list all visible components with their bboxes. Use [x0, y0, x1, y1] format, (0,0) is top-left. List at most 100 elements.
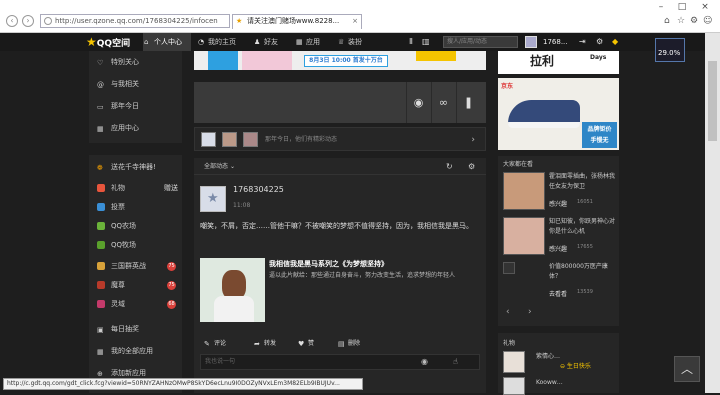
shared-title[interactable]: 我相信我是黑马系列之《为梦想坚持》: [269, 259, 388, 269]
shoe-ad[interactable]: 京东 品牌钜价 手慢无: [498, 78, 619, 150]
user-id[interactable]: 1768...: [543, 33, 568, 51]
interest-button[interactable]: 感兴趣: [549, 199, 567, 208]
chevron-left-icon[interactable]: ‹: [506, 307, 510, 317]
post-composer[interactable]: ◉ ∞ ❚: [194, 82, 486, 123]
sidebar-item-this-day[interactable]: ▭ 那年今日: [89, 97, 182, 115]
video-thumbnail[interactable]: [503, 172, 545, 210]
diamond-icon[interactable]: ◆: [612, 37, 618, 46]
sidebar-item-special-care[interactable]: ♡ 特别关心: [89, 53, 182, 71]
address-bar[interactable]: http://user.qzone.qq.com/1768304225/info…: [40, 14, 230, 28]
settings-gear-icon[interactable]: ⚙: [468, 158, 475, 175]
sidebar-item-label: 应用中心: [111, 124, 139, 132]
ad-image-yellow: [416, 51, 456, 61]
sidebar-item-game-2[interactable]: 魔尊 75: [89, 276, 182, 294]
photo-icon[interactable]: ◉: [406, 82, 430, 123]
sidebar-item-vote[interactable]: 投票: [89, 198, 182, 216]
list-item[interactable]: 知已知彼，你跃男神心对你是什么心机 感兴趣 17655: [503, 217, 615, 257]
sidebar-item-label: 礼物: [111, 184, 125, 192]
favorites-star-icon[interactable]: ☆: [677, 16, 685, 26]
avatar[interactable]: [222, 132, 237, 147]
sidebar-item-all-apps[interactable]: ▦ 我的全部应用: [89, 342, 182, 360]
feed-filter-dropdown[interactable]: 全部动态 ⌄: [204, 163, 235, 170]
link-icon[interactable]: ∞: [431, 82, 455, 123]
sidebar-item-game-1[interactable]: 三国群英战 75: [89, 257, 182, 275]
sidebar-item-app-center[interactable]: ▦ 应用中心: [89, 119, 182, 137]
close-window-button[interactable]: ×: [698, 2, 712, 12]
gift-user[interactable]: 紫情心…: [536, 351, 560, 360]
delete-button[interactable]: ▤ 删除: [338, 336, 360, 352]
logout-icon[interactable]: ⇥: [579, 37, 586, 46]
hand-icon[interactable]: ☝: [453, 355, 458, 369]
sidebar-item-mentions[interactable]: @ 与我相关: [89, 75, 182, 93]
post-username[interactable]: 1768304225: [233, 185, 284, 194]
view-button[interactable]: 去看看: [549, 289, 567, 298]
settings-gear-icon[interactable]: ⚙: [690, 16, 698, 26]
maximize-button[interactable]: □: [675, 2, 689, 12]
avatar[interactable]: [243, 132, 258, 147]
pause-music-icon[interactable]: Ⅱ: [409, 37, 413, 46]
sidebar-item-gift[interactable]: 礼物 赠送: [89, 179, 182, 197]
sidebar-item-qq-farm[interactable]: QQ农场: [89, 217, 182, 235]
comment-button[interactable]: ✎ 评论: [204, 336, 226, 352]
browser-tab[interactable]: ★ 请关注澳门赌场www.8228... ×: [232, 14, 362, 29]
avatar[interactable]: [503, 351, 525, 373]
top-banner-ad[interactable]: 8月3日 10:00 首发十万台: [194, 51, 486, 70]
top-right-ad[interactable]: 拉利 Days: [498, 51, 619, 74]
camera-icon[interactable]: ◉: [421, 355, 428, 369]
sidebar-promo[interactable]: ❁ 送花千寺神器!: [89, 158, 182, 176]
minimize-button[interactable]: –: [654, 2, 668, 12]
forward-button[interactable]: ›: [22, 15, 34, 27]
chevron-right-icon[interactable]: ›: [471, 128, 475, 152]
performance-widget[interactable]: 29.0%: [655, 38, 685, 62]
nav-decorate[interactable]: ♕ 装扮: [337, 33, 362, 51]
refresh-icon[interactable]: ↻: [446, 158, 453, 175]
shared-thumbnail[interactable]: [200, 258, 265, 322]
nav-friends[interactable]: ♟ 好友: [253, 33, 278, 51]
settings-gear-icon[interactable]: ⚙: [596, 37, 603, 46]
farm-icon: [97, 222, 105, 230]
list-item[interactable]: 霍泪面零插曲，张杨林我任女友为保卫 感兴趣 16051: [503, 172, 615, 212]
gift-user[interactable]: Kooww…: [536, 379, 563, 386]
close-tab-icon[interactable]: ×: [352, 15, 358, 28]
qzone-logo[interactable]: ★QQ空间: [86, 35, 130, 51]
equalizer-icon[interactable]: ▥: [422, 37, 430, 46]
send-tag[interactable]: 赠送: [164, 179, 178, 197]
list-item[interactable]: 价值800000万医产康体？ 去看看 13539: [503, 262, 615, 302]
sidebar-item-label: 投票: [111, 203, 125, 211]
chevron-right-icon[interactable]: ›: [528, 307, 532, 317]
avatar[interactable]: [525, 36, 537, 48]
this-day-friends-bar[interactable]: 那年今日，他们有精彩动态 ›: [194, 127, 486, 151]
forward-button[interactable]: ➦ 转发: [254, 336, 276, 352]
avatar[interactable]: ★: [200, 186, 226, 212]
sidebar-item-game-3[interactable]: 灵域 68: [89, 295, 182, 313]
sidebar-item-label: 送花千寺神器!: [111, 163, 156, 171]
shared-description: 逼以此片献给：那些通过自身奋斗，努力改变生活，追求梦想的年轻人: [269, 272, 456, 279]
nav-personal-center[interactable]: ⌂ 个人中心: [143, 33, 191, 51]
shared-video-card[interactable]: 我相信我是黑马系列之《为梦想坚持》 逼以此片献给：那些通过自身奋斗，努力改变生活…: [200, 258, 480, 336]
video-title[interactable]: 霍泪面零插曲，张杨林我任女友为保卫: [549, 172, 615, 192]
nav-apps[interactable]: ▦ 应用: [295, 33, 320, 51]
ranch-icon: [97, 241, 105, 249]
gift-icon: [97, 184, 105, 192]
back-button[interactable]: ‹: [6, 15, 18, 27]
sidebar-item-qq-ranch[interactable]: QQ牧场: [89, 236, 182, 254]
home-icon[interactable]: ⌂: [664, 16, 670, 26]
avatar[interactable]: [503, 377, 525, 395]
like-button[interactable]: ♥ 赞: [298, 336, 314, 352]
video-thumbnail[interactable]: [503, 217, 545, 255]
interest-button[interactable]: 感兴趣: [549, 244, 567, 253]
nav-my-home[interactable]: ◔ 我的主页: [197, 33, 236, 51]
scrollbar[interactable]: [705, 33, 720, 393]
video-title[interactable]: 知已知彼，你跃男神心对你是什么心机: [549, 217, 615, 237]
birthday-badge[interactable]: ⊖ 生日快乐: [560, 361, 591, 370]
sidebar-item-daily-lottery[interactable]: ▣ 每日抽奖: [89, 320, 182, 338]
comment-input[interactable]: 我也说一句 ◉ ☝: [200, 354, 480, 370]
nav-label: 装扮: [348, 38, 362, 46]
video-title[interactable]: 价值800000万医产康体？: [549, 262, 615, 282]
scrollbar-thumb[interactable]: [708, 61, 717, 141]
avatar[interactable]: [201, 132, 216, 147]
format-icon[interactable]: ❚: [456, 82, 480, 123]
smiley-icon[interactable]: ☺: [703, 16, 712, 26]
back-to-top-button[interactable]: ︿: [674, 356, 700, 382]
search-input[interactable]: 搜人/应用/动态: [443, 36, 518, 48]
